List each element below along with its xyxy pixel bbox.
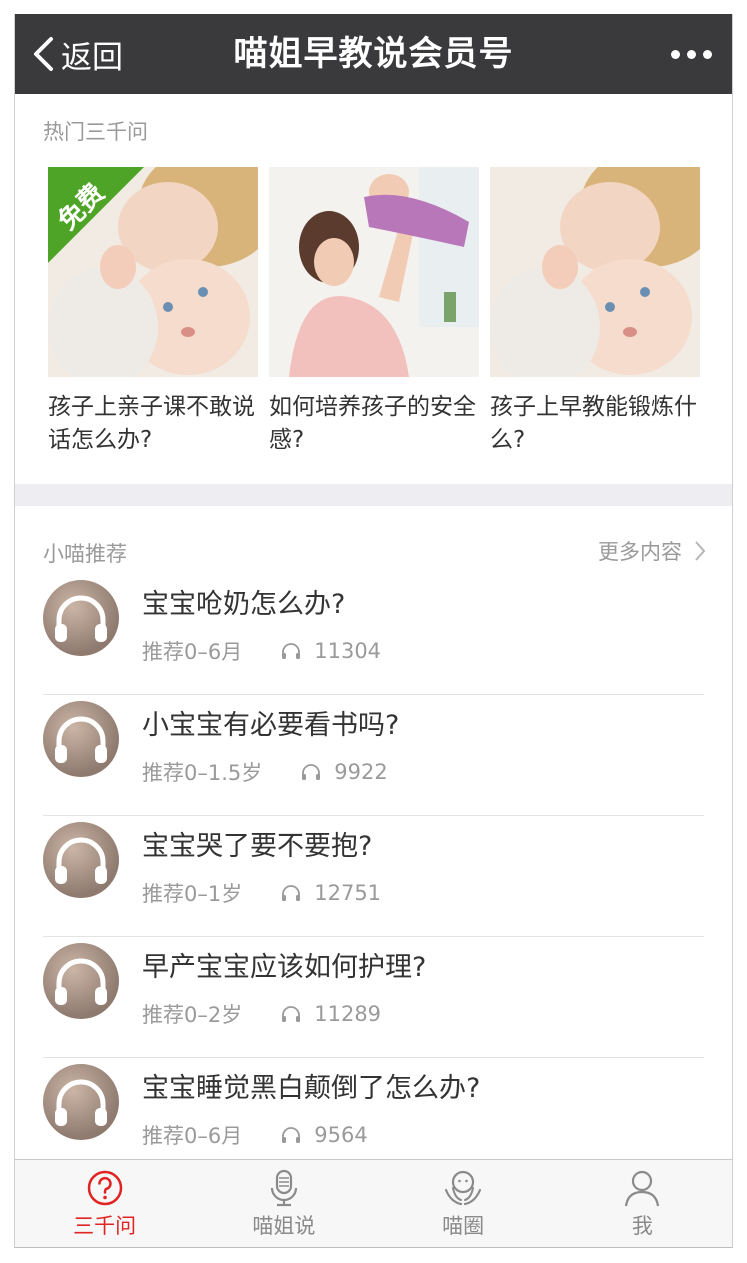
recommend-section-label: 小喵推荐 (43, 542, 127, 566)
item-title: 宝宝呛奶怎么办? (142, 589, 346, 620)
tab-label: 三千问 (73, 1214, 137, 1238)
hot-card-image (490, 167, 700, 377)
headphones-icon (55, 958, 107, 1005)
back-button[interactable]: 返回 (31, 14, 123, 94)
headphones-icon (302, 764, 321, 780)
hot-card[interactable]: 孩子上早教能锻炼什么? (490, 167, 700, 457)
headphones-icon (55, 595, 107, 642)
age-range: 推荐0–6月 (142, 640, 243, 664)
more-content-label: 更多内容 (598, 540, 682, 564)
person-icon (625, 1170, 660, 1207)
play-count-value: 11304 (314, 639, 382, 663)
headphones-icon (55, 1079, 107, 1126)
more-dot-icon (671, 49, 680, 59)
tab-me[interactable]: 我 (553, 1160, 732, 1247)
recommend-list: 宝宝呛奶怎么办? 推荐0–6月 11304 小宝宝有必要看书吗? 推荐0–1.5… (15, 574, 732, 1179)
more-dot-icon (703, 49, 712, 59)
audio-thumbnail (43, 701, 119, 777)
section-divider (15, 484, 732, 506)
list-item[interactable]: 宝宝哭了要不要抱? 推荐0–1岁 12751 (15, 816, 732, 937)
chevron-right-icon (695, 541, 706, 561)
audio-thumbnail (43, 943, 119, 1019)
play-count: 11304 (280, 639, 381, 663)
list-item[interactable]: 早产宝宝应该如何护理? 推荐0–2岁 11289 (15, 937, 732, 1058)
back-label: 返回 (61, 39, 123, 76)
item-meta: 推荐0–2岁 11289 (142, 999, 381, 1029)
microphone-icon (270, 1169, 297, 1207)
mother-baby-photo (490, 167, 700, 377)
age-range: 推荐0–1.5岁 (142, 761, 263, 785)
nav-bar: 返回 喵姐早教说会员号 (15, 14, 732, 94)
play-count-value: 9564 (314, 1123, 368, 1147)
chevron-left-icon (34, 37, 53, 71)
age-range: 推荐0–1岁 (142, 882, 243, 906)
more-menu-button[interactable] (671, 14, 712, 94)
tab-label: 我 (631, 1214, 653, 1238)
headphones-icon (282, 1127, 301, 1143)
age-range: 推荐0–6月 (142, 1124, 243, 1148)
item-title: 宝宝哭了要不要抱? (142, 831, 373, 862)
play-count: 9922 (300, 760, 388, 784)
hot-card[interactable]: 如何培养孩子的安全感? (269, 167, 479, 457)
mother-lifting-baby-photo (269, 167, 479, 377)
more-dot-icon (687, 49, 696, 59)
tab-label: 喵圈 (442, 1214, 485, 1238)
audio-thumbnail (43, 822, 119, 898)
play-count-value: 11289 (314, 1002, 382, 1026)
headphones-icon (282, 885, 301, 901)
bottom-tab-bar: 三千问 喵姐说 喵圈 我 (15, 1159, 732, 1247)
hot-card-image: 免费 (48, 167, 258, 377)
item-title: 小宝宝有必要看书吗? (142, 710, 400, 741)
tab-miaoquan[interactable]: 喵圈 (374, 1160, 553, 1247)
more-content-link[interactable]: 更多内容 (598, 536, 706, 566)
play-count: 9564 (280, 1123, 368, 1147)
item-meta: 推荐0–6月 9564 (142, 1120, 368, 1150)
play-count-value: 12751 (314, 881, 382, 905)
hot-card-caption: 如何培养孩子的安全感? (269, 394, 476, 453)
item-meta: 推荐0–6月 11304 (142, 636, 381, 666)
headphones-icon (55, 837, 107, 884)
hot-card[interactable]: 免费 孩子上亲子课不敢说话怎么办? (48, 167, 258, 457)
headphones-icon (282, 643, 301, 659)
list-item[interactable]: 宝宝呛奶怎么办? 推荐0–6月 11304 (15, 574, 732, 695)
play-count: 12751 (280, 881, 381, 905)
app-screen: 返回 喵姐早教说会员号 热门三千问 免费 孩子上亲子课不敢说话怎么办? 如何培养… (14, 14, 733, 1248)
play-count: 11289 (280, 1002, 381, 1026)
tab-sanqianwen[interactable]: 三千问 (15, 1160, 194, 1247)
item-title: 早产宝宝应该如何护理? (142, 952, 427, 983)
list-item[interactable]: 小宝宝有必要看书吗? 推荐0–1.5岁 9922 (15, 695, 732, 816)
audio-thumbnail (43, 580, 119, 656)
age-range: 推荐0–2岁 (142, 1003, 243, 1027)
community-icon (445, 1170, 482, 1206)
tab-label: 喵姐说 (252, 1214, 316, 1238)
question-icon (87, 1170, 122, 1206)
hot-card-caption: 孩子上亲子课不敢说话怎么办? (48, 394, 255, 453)
headphones-icon (282, 1006, 301, 1022)
headphones-icon (55, 716, 107, 763)
hot-card-caption: 孩子上早教能锻炼什么? (490, 394, 697, 453)
item-meta: 推荐0–1岁 12751 (142, 878, 381, 908)
tab-miaojieshuo[interactable]: 喵姐说 (194, 1160, 373, 1247)
hot-section-label: 热门三千问 (43, 120, 148, 144)
play-count-value: 9922 (334, 760, 388, 784)
hot-card-image (269, 167, 479, 377)
item-title: 宝宝睡觉黑白颠倒了怎么办? (142, 1073, 481, 1104)
audio-thumbnail (43, 1064, 119, 1140)
item-meta: 推荐0–1.5岁 9922 (142, 757, 388, 787)
